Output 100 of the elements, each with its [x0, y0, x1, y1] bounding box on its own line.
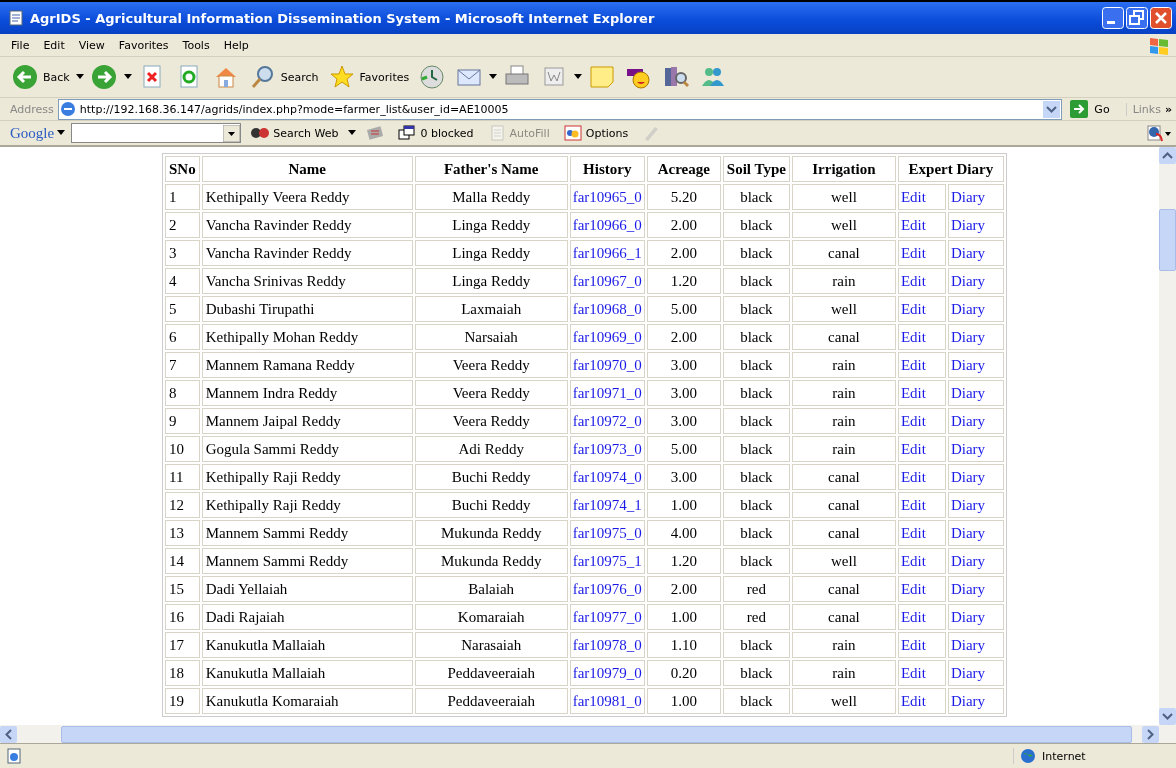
- security-zone: Internet: [1013, 748, 1170, 764]
- column-header: Expert Diary: [897, 156, 1004, 182]
- table-cell: well: [791, 548, 896, 574]
- google-menu-button[interactable]: Google: [10, 124, 66, 142]
- menu-item[interactable]: File: [4, 38, 37, 52]
- table-cell: black: [722, 212, 790, 238]
- table-cell: 2.00: [646, 212, 721, 238]
- table-cell: Mannem Indra Reddy: [201, 380, 413, 406]
- table-cell: 5.00: [646, 296, 721, 322]
- table-cell: Mannem Ramana Reddy: [201, 352, 413, 378]
- table-cell: black: [722, 268, 790, 294]
- table-cell: Linga Reddy: [414, 212, 568, 238]
- table-cell: Laxmaiah: [414, 296, 568, 322]
- table-cell: 3: [165, 240, 200, 266]
- table-cell: Narsaiah: [414, 324, 568, 350]
- table-cell: Veera Reddy: [414, 408, 568, 434]
- table-cell: 19: [165, 688, 200, 714]
- table-cell: rain: [791, 268, 896, 294]
- table-cell: Mannem Sammi Reddy: [201, 548, 413, 574]
- table-cell: Narasaiah: [414, 632, 568, 658]
- close-icon[interactable]: [1150, 7, 1172, 29]
- chevron-button[interactable]: »: [1164, 102, 1172, 116]
- table-cell: rain: [791, 380, 896, 406]
- table-cell: 2.00: [646, 324, 721, 350]
- menu-item[interactable]: Favorites: [111, 38, 176, 52]
- search-field[interactable]: [71, 123, 242, 143]
- column-header: Father's Name: [414, 156, 568, 182]
- options-button[interactable]: Options: [559, 124, 633, 142]
- table-cell: Adi Reddy: [414, 436, 568, 462]
- menu-item[interactable]: View: [71, 38, 112, 52]
- table-cell: 18: [165, 660, 200, 686]
- restore-icon[interactable]: [1126, 7, 1148, 29]
- dropdown-caret-icon[interactable]: [574, 74, 583, 80]
- table-cell: Kethipally Raji Reddy: [201, 492, 413, 518]
- table-cell: 5.20: [646, 184, 721, 210]
- table-cell: rain: [791, 408, 896, 434]
- table-cell: black: [722, 324, 790, 350]
- menu-item[interactable]: Help: [216, 38, 256, 52]
- table-cell: 9: [165, 408, 200, 434]
- table-cell: 5.00: [646, 436, 721, 462]
- table-cell: rain: [791, 632, 896, 658]
- table-cell: Komaraiah: [414, 604, 568, 630]
- dropdown-caret-icon[interactable]: [75, 74, 84, 80]
- table-cell: Kethipally Veera Reddy: [201, 184, 413, 210]
- page-status-icon: [6, 748, 22, 764]
- table-cell: 2.00: [646, 240, 721, 266]
- dropdown-caret-icon: [57, 130, 66, 136]
- column-header: Name: [201, 156, 413, 182]
- table-cell: Linga Reddy: [414, 240, 568, 266]
- table-cell: red: [722, 604, 790, 630]
- address-field[interactable]: http://192.168.36.147/agrids/index.php?mode=farmer_list&user_id=AE10005: [57, 98, 1063, 120]
- table-cell: black: [722, 632, 790, 658]
- scroll-right-icon: [1142, 725, 1159, 743]
- scroll-thumb[interactable]: [1159, 209, 1176, 271]
- table-cell: black: [722, 492, 790, 518]
- table-cell: 11: [165, 464, 200, 490]
- vertical-scrollbar[interactable]: [1159, 147, 1176, 725]
- table-cell: Mannem Jaipal Reddy: [201, 408, 413, 434]
- table-cell: rain: [791, 352, 896, 378]
- favorites-button[interactable]: Favorites: [324, 61, 413, 93]
- table-cell: Malla Reddy: [414, 184, 568, 210]
- minimize-icon[interactable]: [1102, 7, 1124, 29]
- table-cell: 3.00: [646, 380, 721, 406]
- table-cell: 6: [165, 324, 200, 350]
- table-cell: canal: [791, 604, 896, 630]
- scroll-up-icon: [1159, 147, 1176, 164]
- column-header: Irrigation: [791, 156, 896, 182]
- table-cell: canal: [791, 492, 896, 518]
- table-cell: 4.00: [646, 520, 721, 546]
- back-button[interactable]: Back: [8, 61, 73, 93]
- table-cell: 8: [165, 380, 200, 406]
- table-cell: canal: [791, 240, 896, 266]
- table-cell: Peddaveeraiah: [414, 688, 568, 714]
- dropdown-caret-icon[interactable]: [123, 74, 132, 80]
- search-button[interactable]: Search Web: [247, 124, 343, 142]
- table-cell: 3.00: [646, 408, 721, 434]
- table-cell: Dadi Yellaiah: [201, 576, 413, 602]
- column-header: History: [569, 156, 645, 182]
- menu-item[interactable]: Edit: [36, 38, 72, 52]
- scroll-down-icon: [1159, 708, 1176, 725]
- dropdown-caret-icon[interactable]: [348, 130, 357, 136]
- table-cell: canal: [791, 324, 896, 350]
- table-cell: Vancha Srinivas Reddy: [201, 268, 413, 294]
- table-cell: 0.20: [646, 660, 721, 686]
- go-button[interactable]: Go: [1066, 100, 1122, 118]
- table-cell: 1.00: [646, 688, 721, 714]
- table-cell: well: [791, 212, 896, 238]
- table-cell: 15: [165, 576, 200, 602]
- table-cell: Veera Reddy: [414, 352, 568, 378]
- dropdown-caret-icon[interactable]: [489, 74, 498, 80]
- menu-item[interactable]: Tools: [175, 38, 217, 52]
- table-cell: black: [722, 184, 790, 210]
- popup-button[interactable]: 0 blocked: [394, 124, 478, 142]
- pen-icon: [642, 124, 661, 142]
- table-cell: well: [791, 184, 896, 210]
- table-cell: Buchi Reddy: [414, 492, 568, 518]
- table-cell: 1.00: [646, 492, 721, 518]
- table-cell: black: [722, 548, 790, 574]
- table-cell: 2.00: [646, 576, 721, 602]
- search-button[interactable]: Search: [245, 61, 322, 93]
